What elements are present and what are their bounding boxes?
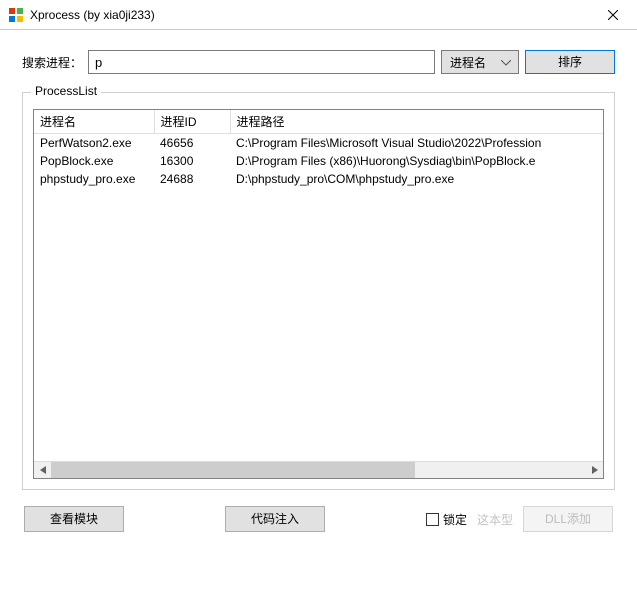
search-input[interactable] xyxy=(88,50,435,74)
table-row[interactable]: PopBlock.exe 16300 D:\Program Files (x86… xyxy=(34,152,603,170)
close-button[interactable] xyxy=(590,0,635,29)
bottom-toolbar: 查看模块 代码注入 锁定 这本型 DLL添加 xyxy=(22,506,615,532)
lock-checkbox-wrap[interactable]: 锁定 xyxy=(426,511,467,528)
table-row[interactable] xyxy=(34,278,603,296)
client-area: 搜索进程： 进程名 排序 ProcessList 进程名 xyxy=(0,30,637,542)
cell-path: D:\phpstudy_pro\COM\phpstudy_pro.exe xyxy=(230,170,603,188)
table-row[interactable] xyxy=(34,206,603,224)
lock-checkbox-label: 锁定 xyxy=(443,511,467,528)
table-row[interactable] xyxy=(34,386,603,404)
sort-field-selected: 进程名 xyxy=(450,54,498,71)
app-icon xyxy=(8,7,24,23)
scroll-track[interactable] xyxy=(51,462,586,478)
table-row[interactable] xyxy=(34,422,603,440)
view-module-button[interactable]: 查看模块 xyxy=(24,506,124,532)
cell-path: C:\Program Files\Microsoft Visual Studio… xyxy=(230,134,603,153)
search-row: 搜索进程： 进程名 排序 xyxy=(22,50,615,74)
horizontal-scrollbar[interactable] xyxy=(34,461,603,478)
cell-pid: 46656 xyxy=(154,134,230,153)
cell-name: PerfWatson2.exe xyxy=(34,134,154,153)
scroll-left-arrow-icon[interactable] xyxy=(34,462,51,478)
table-row[interactable] xyxy=(34,332,603,350)
table-row[interactable] xyxy=(34,368,603,386)
cell-pid: 24688 xyxy=(154,170,230,188)
watermark-text: 这本型 xyxy=(477,511,513,528)
list-scroll-area[interactable]: 进程名 进程ID 进程路径 PerfWatson2.exe 46656 C:\P… xyxy=(34,110,603,461)
process-table: 进程名 进程ID 进程路径 PerfWatson2.exe 46656 C:\P… xyxy=(34,110,603,440)
cell-pid: 16300 xyxy=(154,152,230,170)
table-row[interactable] xyxy=(34,314,603,332)
close-icon xyxy=(608,10,618,20)
column-header-pid[interactable]: 进程ID xyxy=(154,110,230,134)
table-row[interactable] xyxy=(34,404,603,422)
table-row[interactable] xyxy=(34,242,603,260)
process-list-group: ProcessList 进程名 进程ID 进程路径 xyxy=(22,92,615,490)
cell-path: D:\Program Files (x86)\Huorong\Sysdiag\b… xyxy=(230,152,603,170)
table-row[interactable]: PerfWatson2.exe 46656 C:\Program Files\M… xyxy=(34,134,603,153)
column-header-path[interactable]: 进程路径 xyxy=(230,110,603,134)
table-row[interactable] xyxy=(34,350,603,368)
group-legend: ProcessList xyxy=(31,84,101,98)
lock-checkbox[interactable] xyxy=(426,513,439,526)
cell-name: phpstudy_pro.exe xyxy=(34,170,154,188)
title-bar: Xprocess (by xia0ji233) xyxy=(0,0,637,30)
table-row[interactable] xyxy=(34,296,603,314)
cell-name: PopBlock.exe xyxy=(34,152,154,170)
sort-button[interactable]: 排序 xyxy=(525,50,615,74)
scroll-right-arrow-icon[interactable] xyxy=(586,462,603,478)
scroll-thumb[interactable] xyxy=(51,462,415,478)
table-row[interactable] xyxy=(34,188,603,206)
table-header-row: 进程名 进程ID 进程路径 xyxy=(34,110,603,134)
process-list-view[interactable]: 进程名 进程ID 进程路径 PerfWatson2.exe 46656 C:\P… xyxy=(33,109,604,479)
table-row[interactable] xyxy=(34,224,603,242)
table-row[interactable]: phpstudy_pro.exe 24688 D:\phpstudy_pro\C… xyxy=(34,170,603,188)
chevron-down-icon xyxy=(498,55,514,69)
dll-add-button[interactable]: DLL添加 xyxy=(523,506,613,532)
sort-field-combo[interactable]: 进程名 xyxy=(441,50,519,74)
inject-code-button[interactable]: 代码注入 xyxy=(225,506,325,532)
table-row[interactable] xyxy=(34,260,603,278)
window-title: Xprocess (by xia0ji233) xyxy=(30,8,590,22)
search-label: 搜索进程： xyxy=(22,54,82,71)
column-header-name[interactable]: 进程名 xyxy=(34,110,154,134)
